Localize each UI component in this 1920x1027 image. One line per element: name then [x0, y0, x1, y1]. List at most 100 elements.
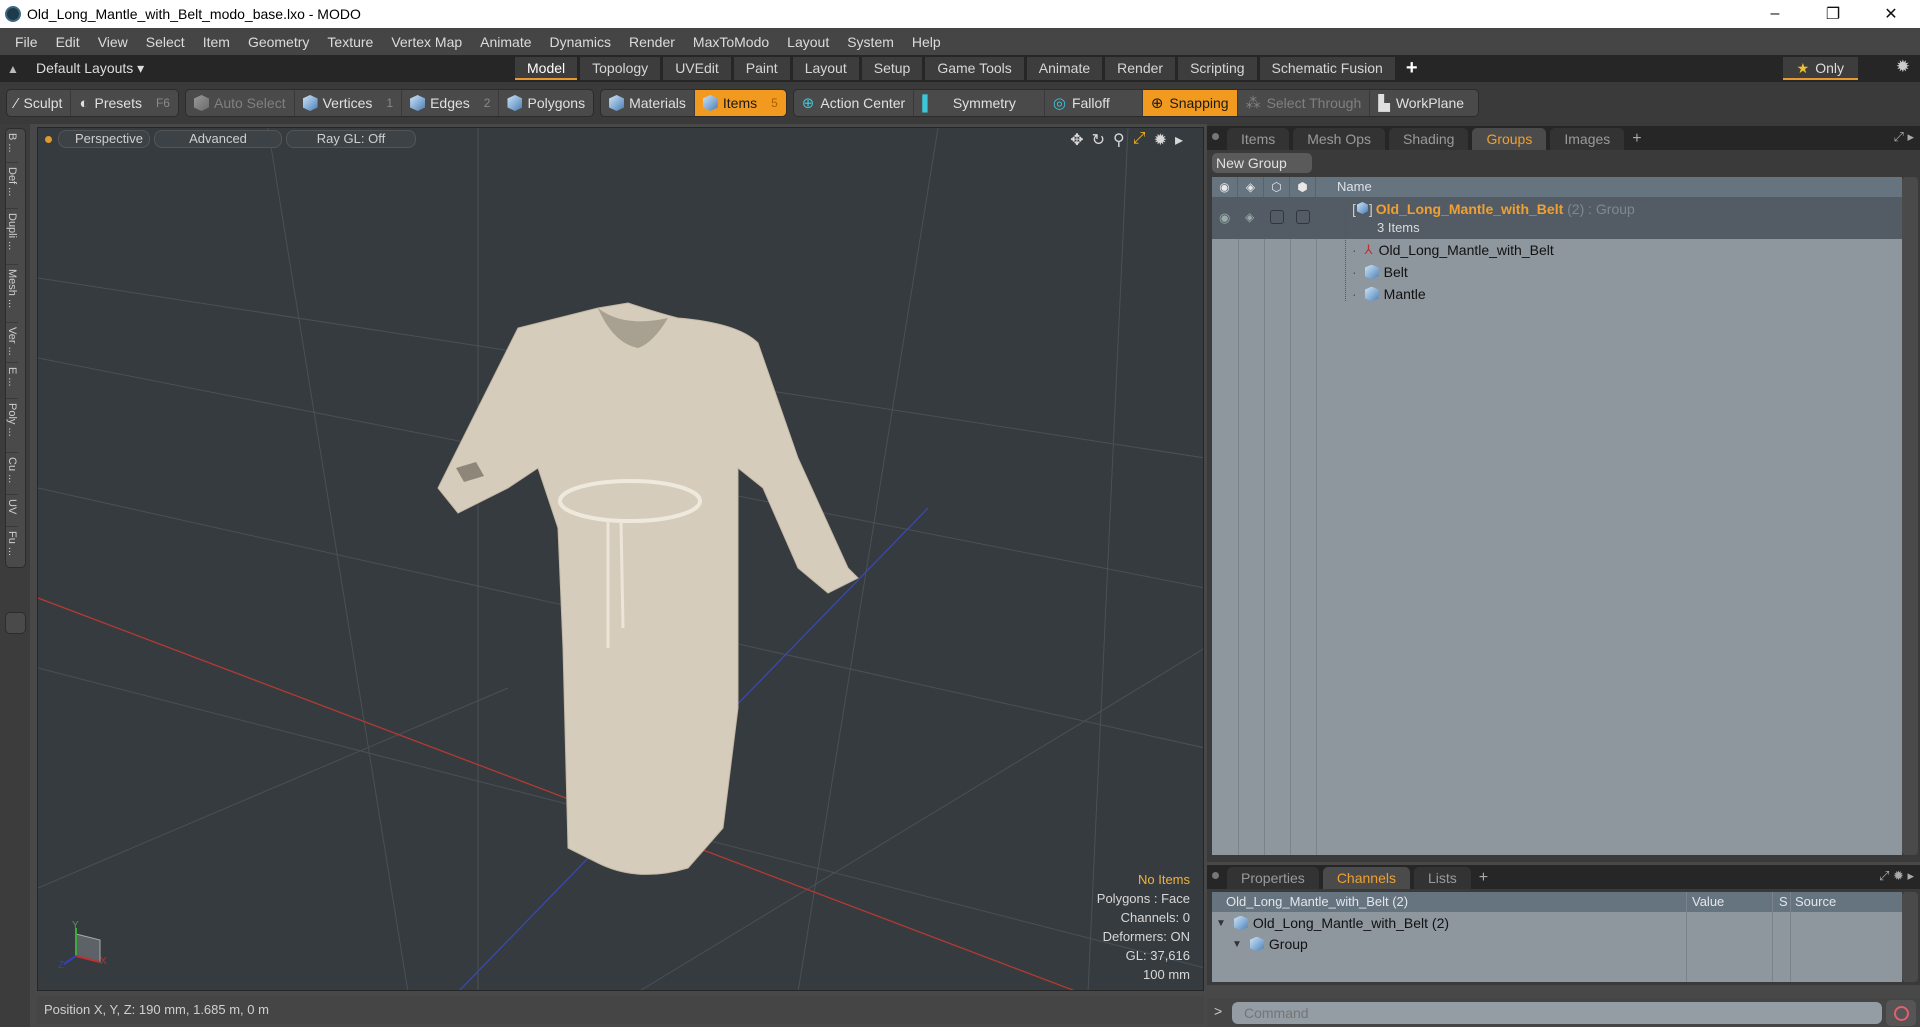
menu-select[interactable]: Select: [137, 34, 194, 50]
menu-dynamics[interactable]: Dynamics: [541, 34, 620, 50]
viewport-settings-gear-icon[interactable]: ✹: [1154, 130, 1167, 150]
menu-system[interactable]: System: [838, 34, 903, 50]
3d-viewport[interactable]: Perspective Advanced Ray GL: Off ✥ ↻ ⚲ ⤢…: [37, 127, 1204, 991]
menu-texture[interactable]: Texture: [318, 34, 382, 50]
panel-menu-dot[interactable]: [1212, 133, 1219, 140]
channels-scrollbar[interactable]: [1902, 892, 1918, 982]
tab-images[interactable]: Images: [1550, 128, 1625, 150]
polygons-button[interactable]: Polygons: [499, 90, 593, 116]
menu-help[interactable]: Help: [903, 34, 950, 50]
tab-groups[interactable]: Groups: [1472, 128, 1547, 150]
edges-button[interactable]: Edges 2: [402, 90, 500, 116]
select-checkbox[interactable]: [1296, 210, 1310, 224]
channel-row[interactable]: ▼ Old_Long_Mantle_with_Belt (2): [1216, 913, 1449, 933]
add-tab-button[interactable]: +: [1475, 867, 1492, 889]
raygl-button[interactable]: Ray GL: Off: [286, 130, 416, 148]
symmetry-button[interactable]: ▌ Symmetry: [914, 90, 1045, 116]
tab-mesh-ops[interactable]: Mesh Ops: [1293, 128, 1386, 150]
layout-tab-schematic-fusion[interactable]: Schematic Fusion: [1259, 57, 1395, 80]
record-macro-button[interactable]: [1886, 1000, 1916, 1026]
add-tab-button[interactable]: +: [1628, 128, 1645, 150]
camera-icon[interactable]: ◈: [1245, 210, 1254, 224]
tab-properties[interactable]: Properties: [1227, 867, 1319, 889]
vertices-button[interactable]: Vertices 1: [295, 90, 403, 116]
menu-edit[interactable]: Edit: [47, 34, 89, 50]
vtab-uv[interactable]: UV: [6, 495, 18, 527]
viewport-more-arrow-icon[interactable]: ▸: [1175, 130, 1183, 150]
group-member-item[interactable]: · Belt: [1352, 264, 1408, 280]
zoom-icon[interactable]: ⚲: [1113, 130, 1125, 150]
view-mode-button[interactable]: Perspective: [58, 130, 150, 148]
new-group-button[interactable]: New Group: [1212, 153, 1312, 173]
visibility-column-eye-icon[interactable]: ◉: [1212, 177, 1238, 197]
vtab-polygon[interactable]: Poly ...: [6, 399, 18, 453]
group-member-item[interactable]: · ⅄ Old_Long_Mantle_with_Belt: [1352, 242, 1554, 258]
value-header[interactable]: Value: [1692, 892, 1724, 912]
only-toggle[interactable]: ★ Only: [1782, 57, 1858, 80]
vtab-duplicate[interactable]: Dupli ...: [6, 209, 18, 265]
menu-file[interactable]: File: [6, 34, 47, 50]
presets-button[interactable]: ◐ Presets F6: [71, 90, 178, 116]
groups-scrollbar[interactable]: [1902, 177, 1918, 855]
menu-view[interactable]: View: [89, 34, 137, 50]
add-layout-tab-button[interactable]: +: [1398, 57, 1426, 80]
layout-tab-setup[interactable]: Setup: [861, 57, 923, 80]
group-row[interactable]: ◉ ◈ [] Old_Long_Mantle_with_Belt (2) : Gr…: [1212, 197, 1902, 239]
layout-up-icon[interactable]: ▲: [0, 62, 26, 76]
layout-tab-scripting[interactable]: Scripting: [1178, 57, 1257, 80]
layout-tab-uvedit[interactable]: UVEdit: [663, 57, 731, 80]
expand-panel-icon[interactable]: ⤢ ▸: [1893, 129, 1914, 145]
snapping-button[interactable]: ⊕ Snapping: [1142, 90, 1238, 116]
menu-item[interactable]: Item: [194, 34, 239, 50]
vtab-basic[interactable]: B ...: [6, 129, 18, 163]
tab-shading[interactable]: Shading: [1389, 128, 1469, 150]
pan-icon[interactable]: ✥: [1070, 130, 1083, 150]
falloff-button[interactable]: ◎ Falloff: [1045, 90, 1143, 116]
vtab-fusion[interactable]: Fu ...: [6, 527, 18, 567]
vtab-edge[interactable]: E ...: [6, 363, 18, 399]
layout-tab-layout[interactable]: Layout: [792, 57, 859, 80]
s-header[interactable]: S: [1779, 892, 1788, 912]
gear-icon[interactable]: ✹: [1896, 57, 1910, 77]
layout-tab-model[interactable]: Model: [515, 57, 578, 80]
lock-column-icon[interactable]: ⬡: [1264, 177, 1290, 197]
vtab-deform[interactable]: Def ...: [6, 163, 18, 209]
vtab-vertex[interactable]: Ver ...: [6, 323, 18, 363]
expand-triangle-icon[interactable]: ▼: [1232, 939, 1242, 950]
layout-tab-render[interactable]: Render: [1105, 57, 1176, 80]
maximize-button[interactable]: ❐: [1804, 0, 1862, 28]
left-strip-extra-button[interactable]: [5, 612, 26, 634]
lock-checkbox[interactable]: [1270, 210, 1284, 224]
layout-tab-animate[interactable]: Animate: [1026, 57, 1103, 80]
expand-panel-gear-icon[interactable]: ⤢ ✹ ▸: [1879, 868, 1914, 884]
menu-render[interactable]: Render: [620, 34, 684, 50]
items-button[interactable]: Items 5: [694, 90, 786, 116]
minimize-button[interactable]: –: [1746, 0, 1804, 28]
close-button[interactable]: ✕: [1862, 0, 1920, 28]
tab-lists[interactable]: Lists: [1413, 867, 1471, 889]
auto-select-button[interactable]: Auto Select: [186, 90, 295, 116]
vtab-mesh[interactable]: Mesh ...: [6, 265, 18, 323]
command-input[interactable]: [1232, 1002, 1882, 1024]
menu-layout[interactable]: Layout: [778, 34, 838, 50]
menu-animate[interactable]: Animate: [471, 34, 540, 50]
viewport-status-dot[interactable]: [45, 135, 52, 143]
channel-name-header[interactable]: Old_Long_Mantle_with_Belt (2): [1226, 892, 1408, 912]
select-through-button[interactable]: ⁂ Select Through: [1238, 90, 1371, 116]
layout-tab-game-tools[interactable]: Game Tools: [925, 57, 1024, 80]
layout-tab-paint[interactable]: Paint: [733, 57, 790, 80]
action-center-button[interactable]: ⊕ Action Center: [794, 90, 915, 116]
layout-tab-topology[interactable]: Topology: [580, 57, 661, 80]
maximize-viewport-icon[interactable]: ⤢: [1133, 130, 1146, 150]
expand-triangle-icon[interactable]: ▼: [1216, 918, 1226, 929]
panel-menu-dot[interactable]: [1212, 872, 1219, 879]
tab-channels[interactable]: Channels: [1322, 867, 1410, 889]
eye-icon[interactable]: ◉: [1219, 210, 1230, 226]
select-column-icon[interactable]: ⬢: [1290, 177, 1316, 197]
tab-items[interactable]: Items: [1227, 128, 1290, 150]
menu-maxtomodo[interactable]: MaxToModo: [684, 34, 778, 50]
workplane-button[interactable]: ▙ WorkPlane: [1370, 90, 1478, 116]
sculpt-button[interactable]: ⁄ Sculpt: [7, 90, 72, 116]
channel-row[interactable]: ▼ Group: [1232, 934, 1308, 954]
source-header[interactable]: Source: [1795, 892, 1836, 912]
